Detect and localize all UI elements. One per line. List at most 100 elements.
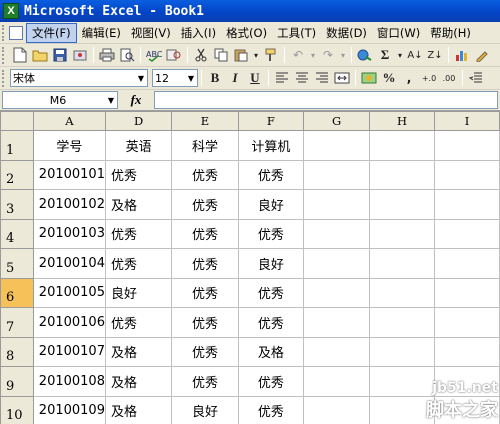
chevron-down-icon[interactable]: ▼ xyxy=(105,96,117,105)
column-header-d[interactable]: D xyxy=(104,111,173,131)
row-header[interactable]: 1 xyxy=(0,130,34,161)
currency-icon[interactable] xyxy=(360,69,378,87)
decrease-indent-icon[interactable] xyxy=(467,69,485,87)
menu-data[interactable]: 数据(D) xyxy=(321,24,372,42)
cell[interactable] xyxy=(303,159,371,190)
row-header-selected[interactable]: 6 xyxy=(0,277,34,308)
cell[interactable] xyxy=(434,336,500,367)
cell[interactable]: 20100107 xyxy=(32,336,106,367)
cell[interactable] xyxy=(303,366,371,397)
bold-button[interactable]: B xyxy=(206,69,224,87)
undo-dropdown-icon[interactable]: ▾ xyxy=(309,46,317,64)
font-name-select[interactable]: 宋体 ▼ xyxy=(10,69,148,87)
cell[interactable]: 20100105 xyxy=(32,277,106,308)
cell[interactable]: 优秀 xyxy=(237,159,305,190)
menu-format[interactable]: 格式(O) xyxy=(221,24,272,42)
cell[interactable]: 20100101 xyxy=(32,159,106,190)
cell[interactable] xyxy=(369,366,436,397)
cell[interactable] xyxy=(434,307,500,338)
format-painter-icon[interactable] xyxy=(262,46,280,64)
cell[interactable] xyxy=(303,218,371,249)
cell[interactable]: 英语 xyxy=(104,130,173,161)
align-left-icon[interactable] xyxy=(273,69,291,87)
column-header-g[interactable]: G xyxy=(303,111,371,131)
cell[interactable]: 20100106 xyxy=(32,307,106,338)
workbook-icon[interactable] xyxy=(9,25,23,40)
paste-icon[interactable] xyxy=(232,46,250,64)
row-header[interactable]: 3 xyxy=(0,189,34,220)
menu-help[interactable]: 帮助(H) xyxy=(425,24,476,42)
insert-function-button[interactable]: fx xyxy=(118,92,154,108)
underline-button[interactable]: U xyxy=(246,69,264,87)
cell[interactable] xyxy=(369,218,436,249)
cell[interactable]: 良好 xyxy=(237,189,305,220)
cell[interactable]: 优秀 xyxy=(171,189,239,220)
comma-style-icon[interactable]: , xyxy=(400,69,418,87)
align-center-icon[interactable] xyxy=(293,69,311,87)
menu-file[interactable]: 文件(F) xyxy=(26,22,77,43)
cell[interactable] xyxy=(369,130,436,161)
merge-center-icon[interactable] xyxy=(333,69,351,87)
cell[interactable] xyxy=(434,159,500,190)
cell[interactable] xyxy=(369,277,436,308)
align-right-icon[interactable] xyxy=(313,69,331,87)
column-header-f[interactable]: F xyxy=(237,111,305,131)
row-header[interactable]: 9 xyxy=(0,366,34,397)
cell[interactable]: 优秀 xyxy=(171,248,239,279)
column-header-h[interactable]: H xyxy=(369,111,436,131)
cell[interactable]: 科学 xyxy=(171,130,239,161)
menu-window[interactable]: 窗口(W) xyxy=(372,24,425,42)
cell[interactable] xyxy=(303,189,371,220)
undo-icon[interactable]: ↶ xyxy=(289,46,307,64)
sort-descending-icon[interactable]: Z↓ xyxy=(426,46,444,64)
cell[interactable]: 优秀 xyxy=(171,159,239,190)
save-icon[interactable] xyxy=(51,46,69,64)
percent-style-button[interactable]: % xyxy=(380,69,398,87)
permission-icon[interactable] xyxy=(71,46,89,64)
menu-tools[interactable]: 工具(T) xyxy=(272,24,321,42)
cell[interactable]: 优秀 xyxy=(104,218,173,249)
cell[interactable] xyxy=(303,130,371,161)
sort-ascending-icon[interactable]: A↓ xyxy=(406,46,424,64)
cell[interactable]: 优秀 xyxy=(104,248,173,279)
cell[interactable]: 优秀 xyxy=(171,218,239,249)
row-header[interactable]: 10 xyxy=(0,395,34,424)
cell[interactable] xyxy=(434,277,500,308)
cell[interactable]: 良好 xyxy=(104,277,173,308)
cell[interactable]: 优秀 xyxy=(171,307,239,338)
cell[interactable]: 优秀 xyxy=(237,307,305,338)
cell[interactable] xyxy=(369,159,436,190)
new-icon[interactable] xyxy=(11,46,29,64)
cell[interactable]: 计算机 xyxy=(237,130,305,161)
cell[interactable]: 及格 xyxy=(104,336,173,367)
chevron-down-icon[interactable]: ▼ xyxy=(135,70,147,86)
cell[interactable]: 良好 xyxy=(237,248,305,279)
row-header[interactable]: 7 xyxy=(0,307,34,338)
cell[interactable]: 优秀 xyxy=(237,277,305,308)
menu-grip-handle[interactable] xyxy=(2,24,8,41)
column-header-i[interactable]: I xyxy=(434,111,500,131)
column-header-a[interactable]: A xyxy=(32,111,106,131)
hyperlink-icon[interactable] xyxy=(356,46,374,64)
cell[interactable]: 20100103 xyxy=(32,218,106,249)
cell[interactable] xyxy=(369,248,436,279)
cell[interactable]: 优秀 xyxy=(104,159,173,190)
redo-dropdown-icon[interactable]: ▾ xyxy=(339,46,347,64)
cell[interactable]: 及格 xyxy=(104,366,173,397)
formula-input[interactable] xyxy=(154,91,498,109)
cell[interactable] xyxy=(303,307,371,338)
redo-icon[interactable]: ↷ xyxy=(319,46,337,64)
decrease-decimal-icon[interactable]: .00 xyxy=(440,69,458,87)
cell[interactable]: 优秀 xyxy=(237,218,305,249)
spelling-icon[interactable]: ABC xyxy=(145,46,163,64)
cell[interactable]: 优秀 xyxy=(171,336,239,367)
row-header[interactable]: 4 xyxy=(0,218,34,249)
row-header[interactable]: 5 xyxy=(0,248,34,279)
cell[interactable]: 20100109 xyxy=(32,395,106,424)
print-icon[interactable] xyxy=(98,46,116,64)
cell[interactable] xyxy=(303,248,371,279)
menu-edit[interactable]: 编辑(E) xyxy=(77,24,126,42)
font-size-select[interactable]: 12 ▼ xyxy=(152,69,198,87)
row-header[interactable]: 2 xyxy=(0,159,34,190)
cell[interactable]: 优秀 xyxy=(171,366,239,397)
